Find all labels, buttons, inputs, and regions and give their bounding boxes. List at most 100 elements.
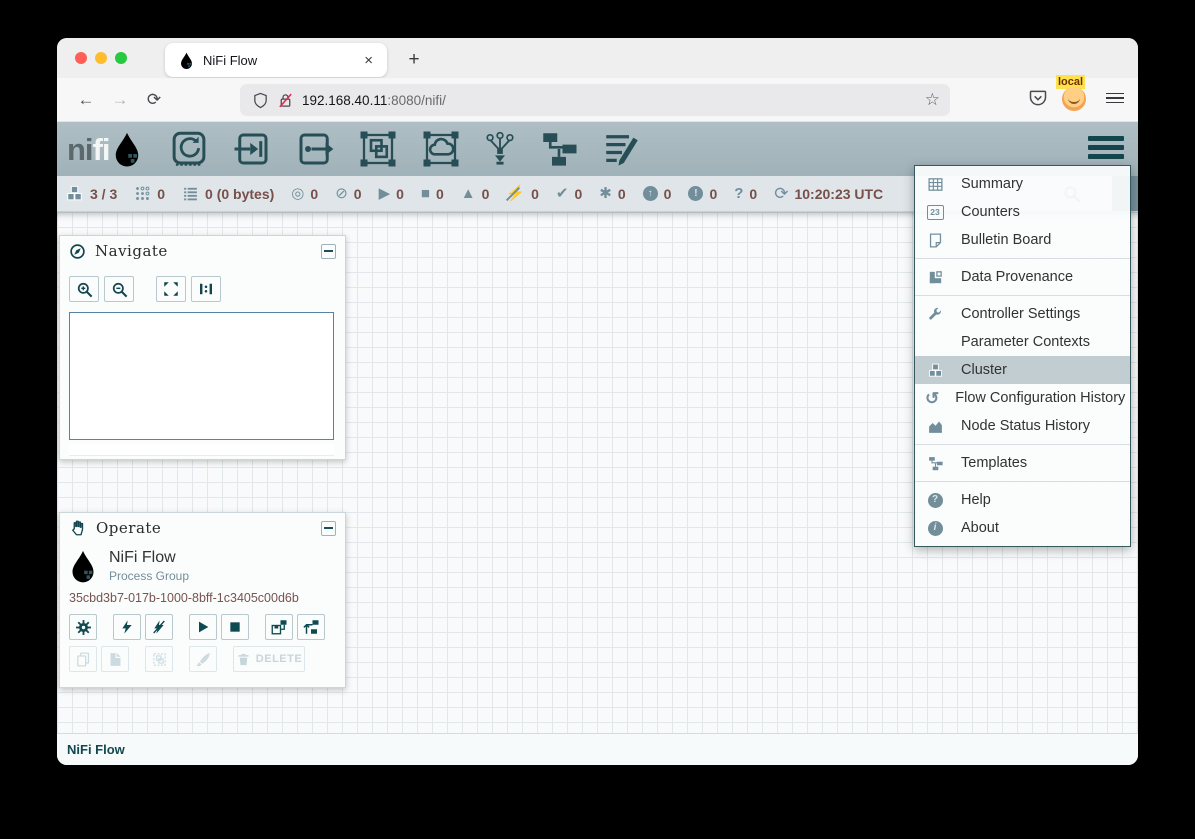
refresh-icon[interactable]: ⟳ <box>774 185 788 202</box>
bulletin-note-icon <box>925 232 945 249</box>
status-stale: ↑0 <box>643 186 672 202</box>
operate-title: Operate <box>96 519 321 537</box>
zoom-in-button[interactable] <box>69 276 99 302</box>
logo-fi: fi <box>93 133 110 167</box>
url-host: 192.168.40.11 <box>302 93 387 108</box>
configure-button[interactable] <box>69 614 97 640</box>
upload-template-icon <box>302 618 320 636</box>
operate-header[interactable]: Operate <box>60 513 345 543</box>
label-component-icon[interactable] <box>601 128 643 170</box>
up-arrow-circle-icon: ↑ <box>643 186 658 201</box>
menu-separator <box>915 258 1130 259</box>
running-icon: ▶ <box>379 186 391 201</box>
menu-item-bulletin-board[interactable]: Bulletin Board <box>915 226 1130 254</box>
menu-item-cluster[interactable]: Cluster <box>915 356 1130 384</box>
forward-button[interactable]: → <box>105 85 135 115</box>
pocket-icon[interactable] <box>1028 88 1048 108</box>
minimize-window-button[interactable] <box>95 52 107 64</box>
reload-button[interactable]: ⟳ <box>139 85 169 115</box>
output-port-component-icon[interactable] <box>294 128 336 170</box>
browser-toolbar: ← → ⟳ 192.168.40.11:8080/nifi/ ☆ local <box>57 78 1138 122</box>
processor-component-icon[interactable] <box>168 128 210 170</box>
operate-palette: Operate NiFi Flow Process Group 35cbd3b7… <box>59 512 346 688</box>
remote-process-group-component-icon[interactable] <box>420 128 462 170</box>
shield-icon[interactable] <box>252 92 269 109</box>
input-port-component-icon[interactable] <box>231 128 273 170</box>
bolt-icon <box>119 619 135 635</box>
cluster-cubes-icon <box>925 362 945 379</box>
stop-icon <box>227 619 243 635</box>
selected-flow-id: 35cbd3b7-017b-1000-8bff-1c3405c00d6b <box>60 583 345 605</box>
zoom-out-icon <box>110 280 129 299</box>
template-component-icon[interactable] <box>538 128 580 170</box>
breadcrumb[interactable]: NiFi Flow <box>67 742 125 757</box>
copy-icon <box>75 651 92 668</box>
save-template-button[interactable] <box>265 614 293 640</box>
zoom-actual-size-button[interactable] <box>191 276 221 302</box>
operate-buttons-row1 <box>60 605 345 640</box>
global-menu-button[interactable] <box>1088 136 1124 162</box>
menu-separator <box>915 444 1130 445</box>
queued-list-icon <box>182 185 199 202</box>
template-icon <box>925 455 945 472</box>
status-stopped: ■0 <box>421 186 444 202</box>
close-tab-icon[interactable]: × <box>360 52 377 69</box>
insecure-lock-icon[interactable] <box>277 92 294 109</box>
status-running: ▶0 <box>379 186 404 202</box>
profile-avatar[interactable]: local <box>1062 85 1088 111</box>
menu-item-node-status-history[interactable]: Node Status History <box>915 412 1130 440</box>
zoom-fit-button[interactable] <box>156 276 186 302</box>
menu-item-parameter-contexts[interactable]: Parameter Contexts <box>915 328 1130 356</box>
url-bar[interactable]: 192.168.40.11:8080/nifi/ ☆ <box>240 84 950 116</box>
copy-button[interactable] <box>69 646 97 672</box>
warning-triangle-icon: ▲ <box>461 186 476 201</box>
browser-menu-button[interactable] <box>1102 87 1128 109</box>
birdseye-minimap[interactable] <box>69 312 334 440</box>
process-group-component-icon[interactable] <box>357 128 399 170</box>
collapse-navigate-button[interactable] <box>321 244 336 259</box>
menu-separator <box>915 481 1130 482</box>
status-sync-failure: ?0 <box>734 186 757 202</box>
stop-button[interactable] <box>221 614 249 640</box>
zoom-window-button[interactable] <box>115 52 127 64</box>
menu-item-data-provenance[interactable]: Data Provenance <box>915 263 1130 291</box>
funnel-component-icon[interactable] <box>483 128 517 170</box>
close-window-button[interactable] <box>75 52 87 64</box>
navigate-palette: Navigate <box>59 235 346 460</box>
menu-item-controller-settings[interactable]: Controller Settings <box>915 300 1130 328</box>
menu-separator <box>915 295 1130 296</box>
upload-template-button[interactable] <box>297 614 325 640</box>
navigate-tools <box>60 266 345 306</box>
menu-item-about[interactable]: iAbout <box>915 514 1130 542</box>
status-locally-modified-stale: !0 <box>688 186 717 202</box>
collapse-operate-button[interactable] <box>321 521 336 536</box>
zoom-out-button[interactable] <box>104 276 134 302</box>
change-color-button[interactable] <box>189 646 217 672</box>
tab-title: NiFi Flow <box>203 53 360 68</box>
menu-item-counters[interactable]: 23Counters <box>915 198 1130 226</box>
navigate-header[interactable]: Navigate <box>60 236 345 266</box>
disable-button[interactable] <box>145 614 173 640</box>
compass-icon <box>69 243 86 260</box>
menu-item-flow-configuration-history[interactable]: ↺Flow Configuration History <box>915 384 1130 412</box>
group-button[interactable] <box>145 646 173 672</box>
browser-tab[interactable]: NiFi Flow × <box>165 43 387 77</box>
new-tab-button[interactable]: + <box>400 46 428 74</box>
delete-button[interactable]: DELETE <box>233 646 305 672</box>
paste-button[interactable] <box>101 646 129 672</box>
bookmark-star-icon[interactable]: ☆ <box>923 88 942 112</box>
browser-window: NiFi Flow × + ← → ⟳ 192.168.40.11:8080/n… <box>57 38 1138 765</box>
exclamation-circle-icon: ! <box>688 186 703 201</box>
start-button[interactable] <box>189 614 217 640</box>
birdseye-strip <box>69 444 334 456</box>
status-active-threads: 0 <box>134 185 165 202</box>
menu-item-templates[interactable]: Templates <box>915 449 1130 477</box>
nifi-favicon <box>179 52 194 69</box>
back-button[interactable]: ← <box>71 85 101 115</box>
tab-strip: NiFi Flow × + <box>57 38 1138 78</box>
status-up-to-date: ✔0 <box>556 186 582 202</box>
menu-item-summary[interactable]: Summary <box>915 170 1130 198</box>
menu-item-help[interactable]: ?Help <box>915 486 1130 514</box>
enable-button[interactable] <box>113 614 141 640</box>
check-icon: ✔ <box>556 186 569 201</box>
